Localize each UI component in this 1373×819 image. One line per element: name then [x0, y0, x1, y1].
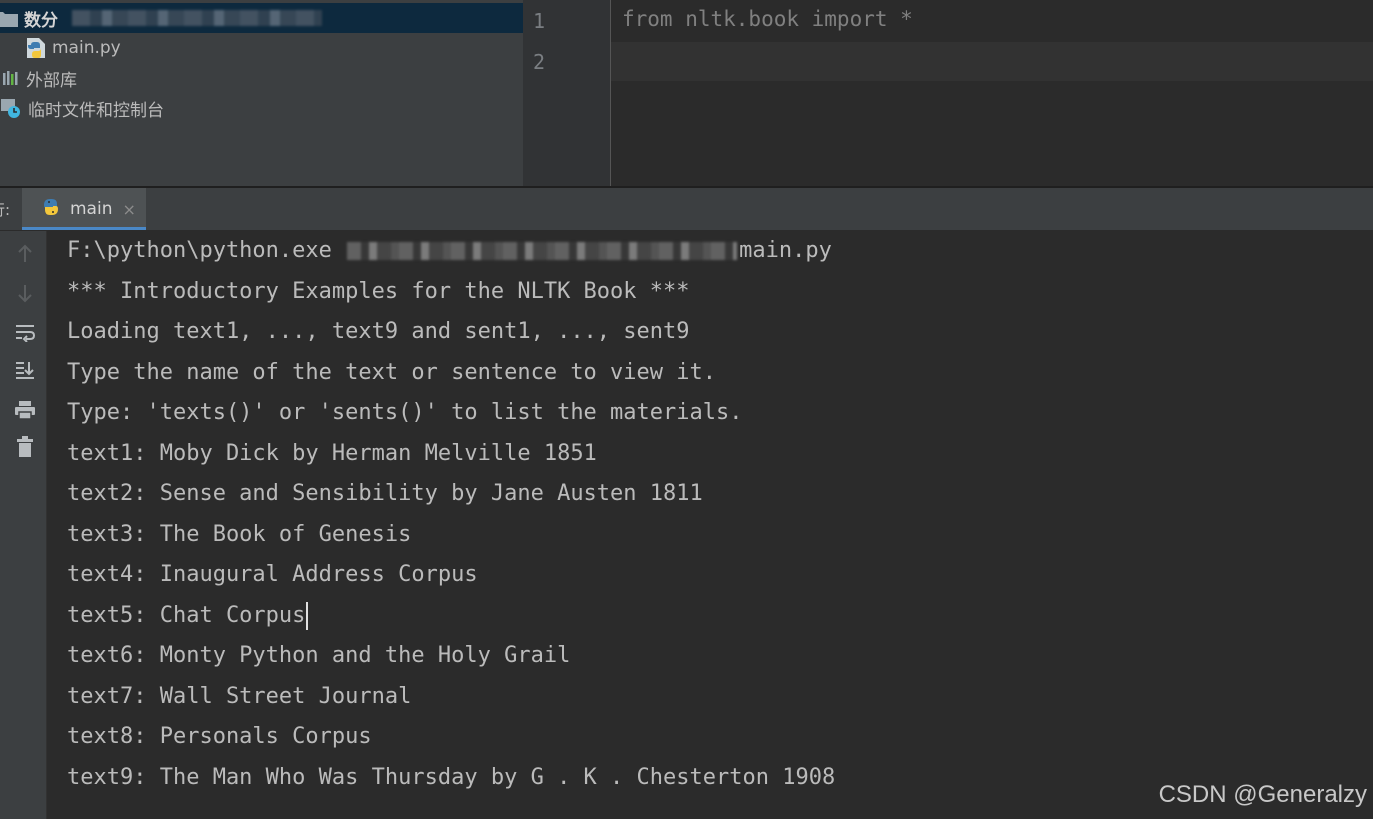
tree-external-libs-label: 外部库 [26, 70, 77, 91]
tree-item-root[interactable]: 数分 [0, 3, 523, 33]
tree-file-label: main.py [52, 38, 121, 58]
console-line: text7: Wall Street Journal [67, 684, 412, 709]
console-line: text9: The Man Who Was Thursday by G . K… [67, 765, 836, 790]
console-line: *** Introductory Examples for the NLTK B… [67, 279, 690, 304]
libraries-icon [2, 69, 20, 87]
folder-icon [0, 9, 18, 27]
python-icon [40, 196, 62, 222]
console-line: text5: Chat Corpus [67, 603, 306, 628]
python-file-icon [26, 37, 46, 59]
console-line: text6: Monty Python and the Holy Grail [67, 643, 571, 668]
console-command-line: F:\python\python.exe main.py [67, 231, 832, 271]
tree-item-scratches[interactable]: 临时文件和控制台 [0, 93, 523, 123]
console-line: text3: The Book of Genesis [67, 522, 412, 547]
arrow-down-icon[interactable] [12, 280, 38, 306]
console-line: Type: 'texts()' or 'sents()' to list the… [67, 400, 743, 425]
close-icon[interactable]: × [122, 200, 135, 219]
print-icon[interactable] [12, 397, 38, 423]
redacted-path [72, 10, 322, 26]
ide-window: 数分 main.py 外部库 临时文件和控制台 1 2 from nltk.bo… [0, 0, 1373, 819]
tab-main[interactable]: main × [22, 188, 146, 230]
text-caret [306, 602, 309, 630]
console-line: Loading text1, ..., text9 and sent1, ...… [67, 319, 690, 344]
tree-item-external-libs[interactable]: 外部库 [0, 63, 523, 93]
line-number: 2 [533, 50, 546, 74]
run-tool-window-header: 行: main × [0, 188, 1373, 231]
console-line: text1: Moby Dick by Herman Melville 1851 [67, 441, 597, 466]
console-line-with-caret: text5: Chat Corpus [67, 596, 309, 636]
run-window-label: 行: [0, 201, 11, 219]
tree-scratches-label: 临时文件和控制台 [28, 100, 164, 121]
tab-main-label: main [70, 199, 113, 219]
watermark: CSDN @Generalzy [1158, 781, 1367, 808]
active-tab-indicator [22, 227, 146, 230]
run-toolbar [0, 231, 47, 819]
code-line-1[interactable]: from nltk.book import * [622, 7, 913, 31]
project-tree: 数分 main.py 外部库 临时文件和控制台 [0, 0, 523, 186]
scratches-icon [0, 97, 22, 119]
console-line: text4: Inaugural Address Corpus [67, 562, 478, 587]
trash-icon[interactable] [12, 434, 38, 460]
line-number: 1 [533, 9, 546, 33]
tree-root-label: 数分 [24, 10, 58, 31]
command-suffix: main.py [739, 238, 832, 263]
console-line: text2: Sense and Sensibility by Jane Aus… [67, 481, 703, 506]
redacted-path [347, 242, 738, 260]
current-line-highlight [611, 42, 1373, 81]
console-line: Type the name of the text or sentence to… [67, 360, 717, 385]
console-line: text8: Personals Corpus [67, 724, 372, 749]
tree-item-main-py[interactable]: main.py [0, 33, 523, 63]
soft-wrap-icon[interactable] [12, 319, 38, 345]
scroll-to-end-icon[interactable] [12, 357, 38, 383]
arrow-up-icon[interactable] [12, 241, 38, 267]
command-prefix: F:\python\python.exe [67, 238, 346, 263]
